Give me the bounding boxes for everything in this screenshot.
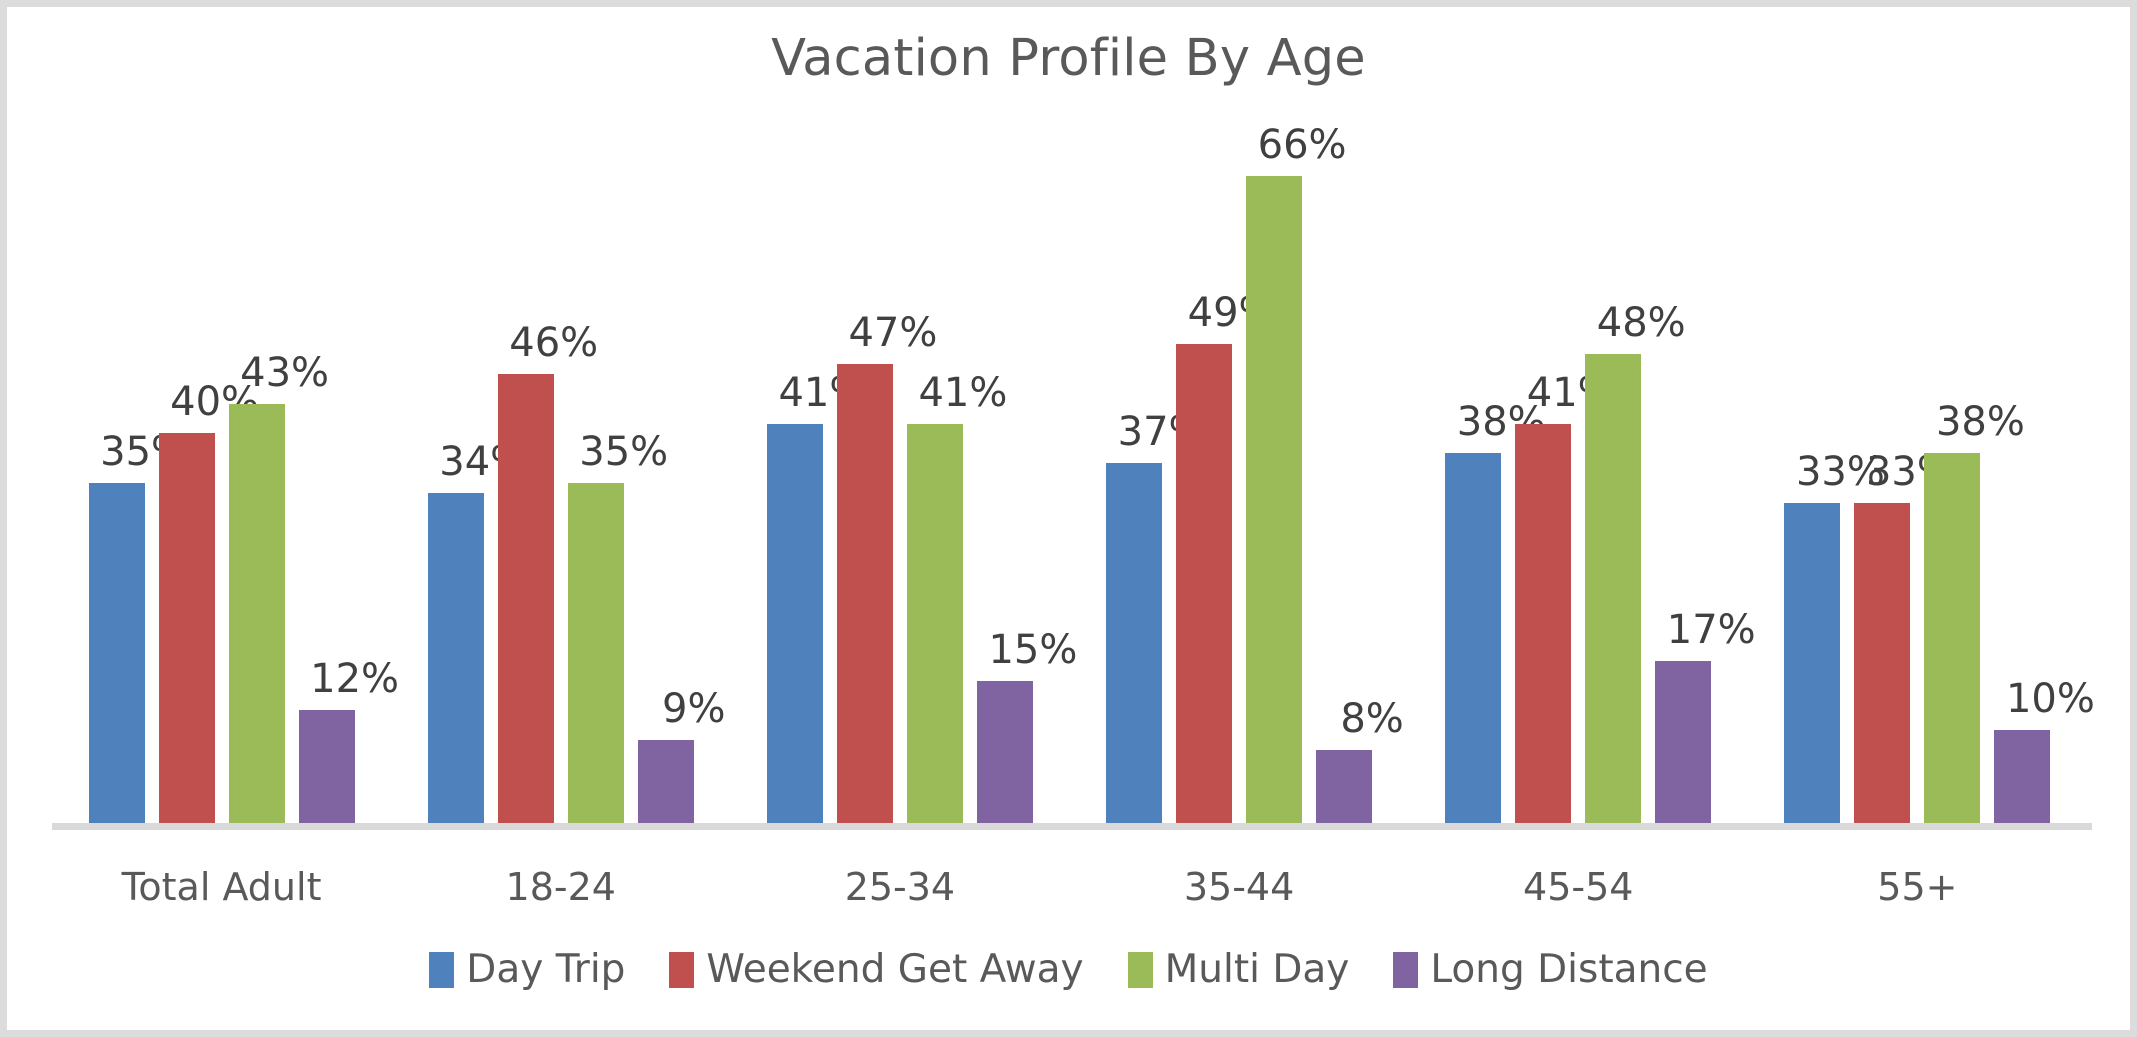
legend-item[interactable]: Weekend Get Away <box>669 947 1084 992</box>
bar <box>836 364 893 829</box>
legend-label: Weekend Get Away <box>706 947 1084 992</box>
legend-label: Multi Day <box>1164 947 1350 992</box>
bar <box>497 374 554 829</box>
category-label-25-34: 25-34 <box>844 865 956 909</box>
bar <box>1784 502 1841 829</box>
bar <box>1515 423 1572 829</box>
bar <box>1994 730 2051 829</box>
bar-group: 37% 49% 66% 8% <box>1070 117 1409 829</box>
bar <box>1316 749 1373 829</box>
bar <box>637 740 694 829</box>
bar <box>1924 453 1981 829</box>
bar-value-label: 46% <box>509 320 599 367</box>
category-label-45-54: 45-54 <box>1523 865 1634 909</box>
bar <box>976 680 1033 829</box>
bar-group: 38% 41% 48% 17% <box>1409 117 1756 829</box>
bar <box>1246 176 1303 829</box>
category-label-55: 55+ <box>1877 865 1958 909</box>
bar <box>1655 660 1712 829</box>
bar-value-label: 35% <box>579 428 669 475</box>
legend-swatch-icon <box>669 951 695 988</box>
bar <box>1854 502 1911 829</box>
bar-value-label: 41% <box>918 369 1008 416</box>
legend-swatch-icon <box>1127 951 1153 988</box>
bar-value-label: 47% <box>848 310 938 357</box>
bar-value-label: 66% <box>1257 122 1347 169</box>
bar <box>766 423 823 829</box>
bar-value-label: 38% <box>1935 399 2025 446</box>
bar-value-label: 10% <box>2005 676 2095 723</box>
legend-swatch-icon <box>429 951 455 988</box>
bar <box>1445 453 1502 829</box>
legend-item[interactable]: Day Trip <box>429 947 625 992</box>
bar <box>427 492 484 829</box>
bar-value-label: 43% <box>240 349 330 396</box>
bar <box>1106 463 1163 829</box>
category-label-total-adult: Total Adult <box>121 865 322 909</box>
legend-item[interactable]: Long Distance <box>1393 947 1708 992</box>
bar <box>567 482 624 829</box>
category-label-35-44: 35-44 <box>1183 865 1295 909</box>
chart-legend: Day Trip Weekend Get Away Multi Day Long Di… <box>7 947 2130 992</box>
bar-value-label: 48% <box>1596 300 1686 347</box>
legend-label: Long Distance <box>1430 947 1708 992</box>
bar-group: 34% 46% 35% 9% <box>391 117 730 829</box>
category-label-18-24: 18-24 <box>505 865 616 909</box>
bar-group: 41% 47% 41% 15% <box>730 117 1077 829</box>
bar <box>906 423 963 829</box>
bar <box>298 710 355 829</box>
plot-area: 35% 40% 43% 12% 34% 46% 35% 9% 41% 47% 41% 15% 37% 49… <box>52 117 2095 829</box>
legend-item[interactable]: Multi Day <box>1127 947 1350 992</box>
bar <box>228 403 285 829</box>
bar-group: 33% 33% 38% 10% <box>1748 117 2095 829</box>
bar <box>1176 344 1233 829</box>
category-axis-line <box>52 823 2092 830</box>
bar <box>88 482 145 829</box>
legend-swatch-icon <box>1393 951 1419 988</box>
chart-frame: Vacation Profile By Age 35% 40% 43% 12% 34% 4… <box>0 0 2137 1037</box>
chart-title: Vacation Profile By Age <box>771 29 1366 88</box>
bar <box>158 433 215 829</box>
legend-label: Day Trip <box>466 947 626 992</box>
bar-group: 35% 40% 43% 12% <box>52 117 399 829</box>
bar <box>1585 354 1642 829</box>
